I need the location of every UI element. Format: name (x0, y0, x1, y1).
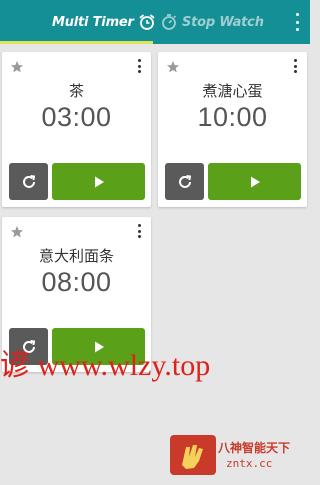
star-icon[interactable] (10, 225, 24, 239)
app-bar: Multi Timer Stop Watch (0, 0, 310, 44)
card-menu-icon[interactable] (136, 224, 142, 238)
stopwatch-icon (162, 14, 177, 30)
reset-icon (178, 174, 191, 188)
watermark-text: 谚 www.wlzy.top (0, 349, 211, 382)
tab-stop-watch[interactable]: Stop Watch (160, 0, 264, 44)
logo-text: 八神智能天下 (218, 441, 291, 455)
star-icon[interactable] (10, 60, 24, 74)
tab-multi-timer-label: Multi Timer (52, 14, 134, 30)
card-menu-icon[interactable] (136, 59, 142, 73)
reset-button[interactable] (165, 163, 204, 200)
reset-button[interactable] (9, 163, 48, 200)
watermark-logo: 八神智能天下 zntx.cc (170, 435, 310, 485)
hand-logo-icon (170, 435, 216, 475)
timer-time: 03:00 (41, 102, 112, 132)
tab-indicator (0, 41, 153, 44)
play-button[interactable] (208, 163, 301, 200)
play-button[interactable] (52, 163, 145, 200)
alarm-clock-icon (139, 14, 155, 30)
timer-name: 茶 (68, 82, 84, 100)
overflow-menu-icon[interactable] (294, 13, 300, 31)
play-icon (250, 176, 260, 187)
play-icon (94, 176, 104, 187)
timer-name: 意大利面条 (38, 247, 114, 265)
timer-time: 10:00 (197, 102, 268, 132)
reset-icon (22, 174, 35, 188)
timer-card: 煮溏心蛋 10:00 (158, 52, 307, 207)
logo-subtext: zntx.cc (226, 457, 273, 470)
timer-name: 煮溏心蛋 (202, 82, 263, 100)
tab-multi-timer[interactable]: Multi Timer (52, 0, 156, 44)
card-menu-icon[interactable] (292, 59, 298, 73)
timer-card: 茶 03:00 (2, 52, 151, 207)
tab-stop-watch-label: Stop Watch (182, 14, 264, 30)
timer-time: 08:00 (41, 267, 112, 297)
star-icon[interactable] (166, 60, 180, 74)
